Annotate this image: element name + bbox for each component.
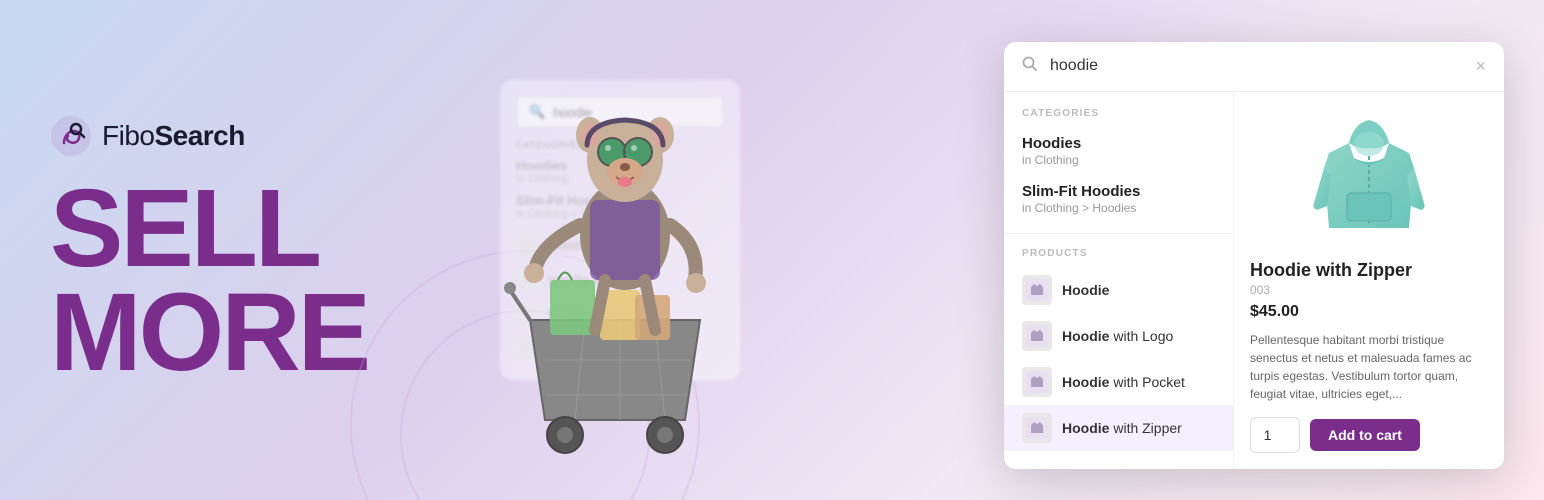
- product-detail-sku: 003: [1250, 283, 1488, 297]
- products-label: PRODUCTS: [1004, 248, 1233, 267]
- character-illustration: [480, 80, 760, 500]
- search-widget: × CATEGORIES Hoodies in Clothing Sli: [1004, 42, 1504, 469]
- product-thumb-hoodie: [1022, 275, 1052, 305]
- divider: [1004, 233, 1233, 234]
- fibosearch-logo-icon: [50, 115, 92, 157]
- headline-line1: SELL: [50, 177, 430, 282]
- widget-body: CATEGORIES Hoodies in Clothing Slim-Fit …: [1004, 92, 1504, 469]
- product-thumb-hoodie-zipper: [1022, 413, 1052, 443]
- category-item-hoodies[interactable]: Hoodies in Clothing: [1004, 127, 1233, 175]
- product-detail-price: $45.00: [1250, 303, 1488, 321]
- banner: FiboSearch SELL MORE 🔍 hoodie CATEGORIES…: [0, 0, 1544, 500]
- widget-right-panel: Hoodie with Zipper 003 $45.00 Pellentesq…: [1234, 92, 1504, 469]
- product-name-hoodie-pocket: Hoodie with Pocket: [1062, 374, 1185, 390]
- product-detail-name: Hoodie with Zipper: [1250, 260, 1488, 281]
- search-icon: [1022, 56, 1038, 77]
- quantity-input[interactable]: [1250, 417, 1300, 453]
- search-bar: ×: [1004, 42, 1504, 92]
- logo-search: Search: [154, 120, 244, 151]
- widget-left-panel: CATEGORIES Hoodies in Clothing Slim-Fit …: [1004, 92, 1234, 469]
- add-to-cart-button[interactable]: Add to cart: [1310, 419, 1420, 451]
- categories-label: CATEGORIES: [1004, 108, 1233, 127]
- logo-fibo: Fibo: [102, 120, 154, 151]
- category-sub-hoodies: in Clothing: [1022, 153, 1215, 167]
- middle-section: 🔍 hoodie CATEGORIES Hoodies in Clothing …: [480, 0, 760, 500]
- product-image-area: [1250, 108, 1488, 248]
- product-name-hoodie-zipper: Hoodie with Zipper: [1062, 420, 1182, 436]
- product-image: [1299, 108, 1439, 248]
- product-thumb-hoodie-pocket: [1022, 367, 1052, 397]
- logo-text: FiboSearch: [102, 120, 245, 152]
- category-name-slim-fit: Slim-Fit Hoodies: [1022, 183, 1215, 200]
- category-sub-slim-fit: in Clothing > Hoodies: [1022, 201, 1215, 215]
- logo: FiboSearch: [50, 115, 430, 157]
- product-name-hoodie-logo: Hoodie with Logo: [1062, 328, 1173, 344]
- clear-button[interactable]: ×: [1475, 57, 1486, 75]
- right-section: × CATEGORIES Hoodies in Clothing Sli: [760, 32, 1544, 469]
- product-thumb-hoodie-logo: [1022, 321, 1052, 351]
- product-name-hoodie: Hoodie: [1062, 282, 1109, 298]
- search-input[interactable]: [1050, 57, 1463, 75]
- product-actions: Add to cart: [1250, 417, 1488, 453]
- category-name-hoodies: Hoodies: [1022, 135, 1215, 152]
- product-row-hoodie[interactable]: Hoodie: [1004, 267, 1233, 313]
- product-row-hoodie-pocket[interactable]: Hoodie with Pocket: [1004, 359, 1233, 405]
- products-section: PRODUCTS Hoodie Hoodie with Logo: [1004, 244, 1233, 451]
- product-row-hoodie-zipper[interactable]: Hoodie with Zipper: [1004, 405, 1233, 451]
- product-detail-description: Pellentesque habitant morbi tristique se…: [1250, 331, 1488, 403]
- product-row-hoodie-logo[interactable]: Hoodie with Logo: [1004, 313, 1233, 359]
- category-item-slim-fit[interactable]: Slim-Fit Hoodies in Clothing > Hoodies: [1004, 175, 1233, 223]
